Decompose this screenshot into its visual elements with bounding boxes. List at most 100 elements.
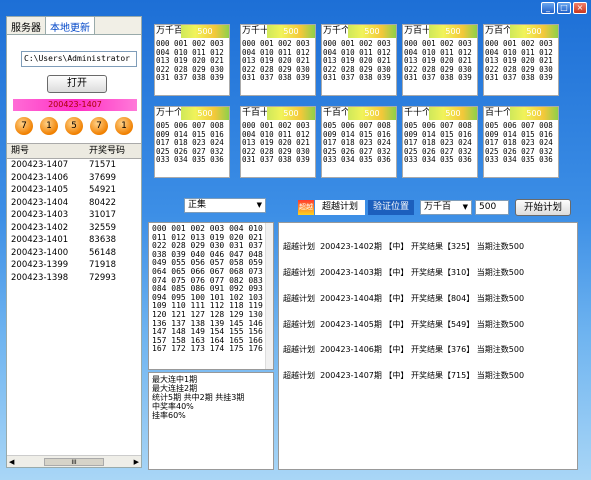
panel-title: 万十个 xyxy=(155,107,181,120)
table-row[interactable]: 200423-1399 71918 xyxy=(7,259,141,272)
vertical-scrollbar[interactable] xyxy=(265,223,273,369)
count-input-value: 500 xyxy=(479,202,497,212)
period-cell: 200423-1400 xyxy=(11,247,69,258)
combo-panel: 千百个 500 005 006 007 008 009 014 015 016 0… xyxy=(321,106,397,178)
period-cell: 200423-1406 xyxy=(11,172,69,183)
horizontal-scrollbar[interactable]: ◀ III ▶ xyxy=(7,455,141,467)
number-cell: 83638 xyxy=(89,235,117,245)
period-cell: 200423-1398 xyxy=(11,272,69,283)
number-cell: 71918 xyxy=(89,260,117,270)
panel-title: 万千个 xyxy=(322,25,348,38)
panel-title: 万百十 xyxy=(403,25,429,38)
panel-title: 百十个 xyxy=(484,107,510,120)
stats-text: 最大连中1期 最大连挂2期 统计5期 共中2期 共挂3期 中奖率40% 挂率60… xyxy=(152,375,245,420)
combo-panel: 万千百 500 000 001 002 003 004 010 011 012 0… xyxy=(154,24,230,96)
draw-balls: 7 1 5 7 1 xyxy=(15,117,133,135)
number-cell: 80422 xyxy=(89,197,117,208)
open-button[interactable]: 打开 xyxy=(47,75,107,93)
scroll-left-icon[interactable]: ◀ xyxy=(9,458,14,466)
table-row[interactable]: 200423-1404 80422 xyxy=(7,197,141,210)
header-period[interactable]: 期号 xyxy=(7,144,85,158)
draw-ball: 1 xyxy=(40,117,58,135)
table-row[interactable]: 200423-1403 31017 xyxy=(7,209,141,222)
panel-count: 500 xyxy=(348,107,396,120)
panel-count: 500 xyxy=(429,107,477,120)
left-panel: 服务器 本地更新 C:\Users\Administrator 打开 20042… xyxy=(6,16,142,468)
table-row[interactable]: 200423-1406 37699 xyxy=(7,172,141,185)
combo-panel: 千百十 500 000 001 002 003 004 010 011 012 0… xyxy=(240,106,316,178)
period-cell: 200423-1399 xyxy=(11,260,69,270)
history-table: 期号 开奖号码 200423-1407 71571 200423-1406 3769… xyxy=(7,143,141,284)
period-cell: 200423-1401 xyxy=(11,235,69,245)
stats-box[interactable]: 最大连中1期 最大连挂2期 统计5期 共中2期 共挂3期 中奖率40% 挂率60… xyxy=(148,372,274,470)
header-number[interactable]: 开奖号码 xyxy=(85,144,141,158)
combo-panel: 万十个 500 005 006 007 008 009 014 015 016 0… xyxy=(154,106,230,178)
panel-numbers: 000 001 002 003 004 010 011 012 013 019 … xyxy=(485,39,553,82)
period-cell: 200423-1407 xyxy=(11,160,69,170)
panel-title: 万百个 xyxy=(484,25,510,38)
panel-count: 500 xyxy=(429,25,477,38)
numbers-box[interactable]: 000 001 002 003 004 010 011 012 013 019 … xyxy=(148,222,274,370)
result-line: 超越计划 200423-1404期 【中】 开奖结果【804】 当期注数500 xyxy=(283,293,525,303)
combo-panel: 万千十 500 000 001 002 003 004 010 011 012 0… xyxy=(240,24,316,96)
panel-numbers: 000 001 002 003 004 010 011 012 013 019 … xyxy=(323,39,391,82)
tab-server[interactable]: 服务器 xyxy=(7,17,46,34)
combo-panel: 万百个 500 000 001 002 003 004 010 011 012 0… xyxy=(483,24,559,96)
panel-title: 千百十 xyxy=(241,107,267,120)
number-cell: 56148 xyxy=(89,247,117,258)
chevron-down-icon[interactable]: ▼ xyxy=(463,201,468,214)
plan-label: 超越计划 xyxy=(315,200,365,215)
panel-count: 500 xyxy=(181,25,229,38)
start-plan-button[interactable]: 开始计划 xyxy=(515,199,571,216)
panel-title: 千十个 xyxy=(403,107,429,120)
number-cell: 31017 xyxy=(89,210,117,220)
draw-ball: 7 xyxy=(15,117,33,135)
period-cell: 200423-1404 xyxy=(11,197,69,208)
result-line: 超越计划 200423-1403期 【中】 开奖结果【310】 当期注数500 xyxy=(283,267,525,277)
panel-title: 千百个 xyxy=(322,107,348,120)
position-select-value: 万千百 xyxy=(424,202,452,212)
panel-count: 500 xyxy=(510,107,558,120)
number-cell: 32559 xyxy=(89,222,117,233)
table-row[interactable]: 200423-1405 54921 xyxy=(7,184,141,197)
results-box[interactable]: 超越计划 200423-1402期 【中】 开奖结果【325】 当期注数500 … xyxy=(278,222,578,470)
number-cell: 54921 xyxy=(89,185,117,195)
number-cell: 37699 xyxy=(89,172,117,183)
close-button[interactable]: × xyxy=(573,2,587,14)
maximize-button[interactable]: □ xyxy=(557,2,571,14)
path-input[interactable]: C:\Users\Administrator xyxy=(21,51,137,67)
panel-numbers: 005 006 007 008 009 014 015 016 017 018 … xyxy=(156,121,224,164)
number-cell: 72993 xyxy=(89,272,117,283)
result-line: 超越计划 200423-1402期 【中】 开奖结果【325】 当期注数500 xyxy=(283,242,525,252)
mode-select[interactable]: 正集 ▼ xyxy=(184,198,266,213)
table-row[interactable]: 200423-1401 83638 xyxy=(7,234,141,247)
combo-panel: 千十个 500 005 006 007 008 009 014 015 016 0… xyxy=(402,106,478,178)
scroll-thumb[interactable]: III xyxy=(44,457,104,466)
combo-panel: 万百十 500 000 001 002 003 004 010 011 012 0… xyxy=(402,24,478,96)
panel-count: 500 xyxy=(267,107,315,120)
period-cell: 200423-1405 xyxy=(11,185,69,195)
draw-ball: 1 xyxy=(115,117,133,135)
scroll-right-icon[interactable]: ▶ xyxy=(134,458,139,466)
combo-panel: 万千个 500 000 001 002 003 004 010 011 012 0… xyxy=(321,24,397,96)
panel-numbers: 000 001 002 003 004 010 011 012 013 019 … xyxy=(156,39,224,82)
chevron-down-icon[interactable]: ▼ xyxy=(257,199,262,212)
table-row[interactable]: 200423-1402 32559 xyxy=(7,222,141,235)
history-header: 期号 开奖号码 xyxy=(7,143,141,159)
plan-badge: 超越 xyxy=(298,200,314,215)
panel-numbers: 005 006 007 008 009 014 015 016 017 018 … xyxy=(323,121,391,164)
count-input[interactable]: 500 xyxy=(475,200,509,215)
number-cell: 71571 xyxy=(89,160,117,170)
period-cell: 200423-1403 xyxy=(11,210,69,220)
result-line: 超越计划 200423-1405期 【中】 开奖结果【549】 当期注数500 xyxy=(283,319,525,329)
position-select[interactable]: 万千百 ▼ xyxy=(420,200,472,215)
table-row[interactable]: 200423-1400 56148 xyxy=(7,247,141,260)
table-row[interactable]: 200423-1398 72993 xyxy=(7,272,141,285)
panel-title: 万千百 xyxy=(155,25,181,38)
tab-local-update[interactable]: 本地更新 xyxy=(46,17,95,34)
table-row[interactable]: 200423-1407 71571 xyxy=(7,159,141,172)
minimize-button[interactable]: _ xyxy=(541,2,555,14)
panel-count: 500 xyxy=(348,25,396,38)
combo-panel: 百十个 500 005 006 007 008 009 014 015 016 0… xyxy=(483,106,559,178)
draw-ball: 5 xyxy=(65,117,83,135)
